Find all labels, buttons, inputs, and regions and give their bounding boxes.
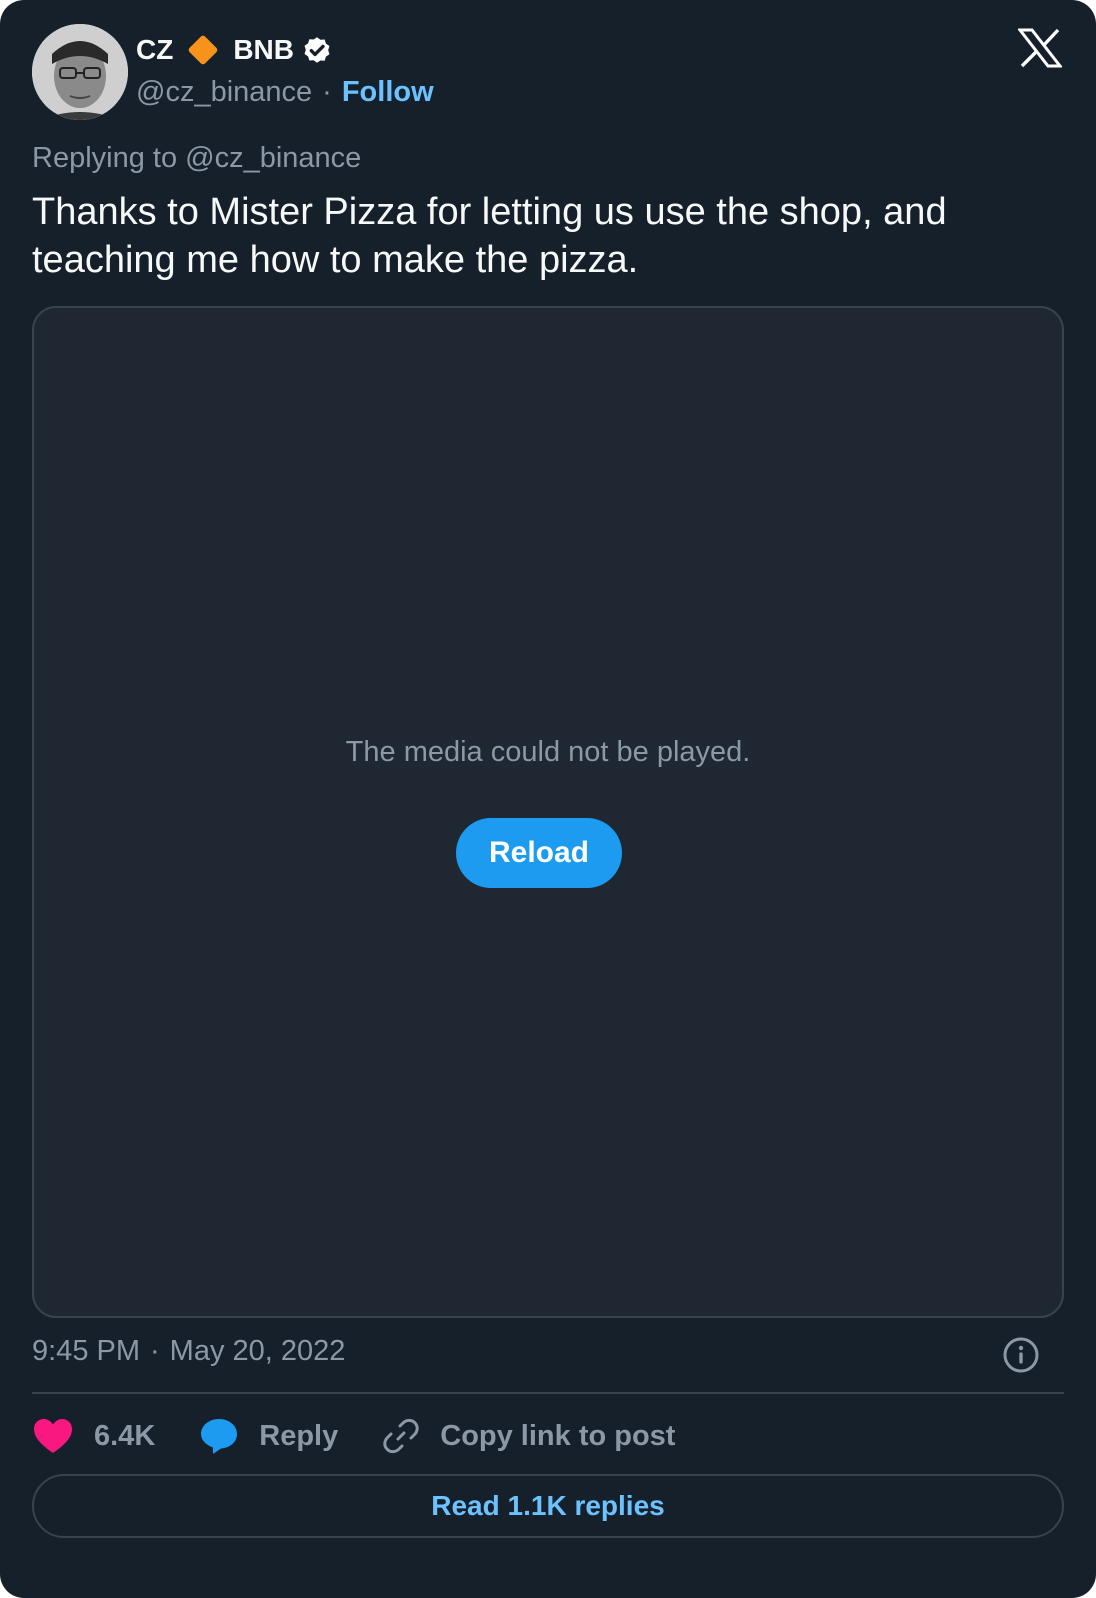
info-icon[interactable] — [1002, 1336, 1040, 1374]
replying-to-label[interactable]: Replying to @cz_binance — [32, 142, 361, 175]
copy-link-button[interactable]: Copy link to post — [382, 1417, 675, 1455]
reply-bubble-icon — [201, 1419, 238, 1454]
read-replies-button[interactable]: Read 1.1K replies — [32, 1474, 1064, 1538]
timestamp-separator: · — [150, 1335, 160, 1367]
author-name[interactable]: CZ — [136, 34, 173, 66]
media-error-message: The media could not be played. — [345, 736, 751, 768]
follow-button[interactable]: Follow — [342, 76, 434, 109]
media-container[interactable]: The media could not be played. Reload — [32, 306, 1064, 1318]
divider — [32, 1392, 1064, 1394]
action-bar: 6.4K Reply Copy link to post — [32, 1408, 719, 1464]
bnb-diamond-icon — [185, 32, 221, 68]
x-logo-icon[interactable] — [1016, 28, 1064, 68]
heart-icon — [34, 1419, 72, 1453]
like-count: 6.4K — [94, 1419, 156, 1452]
reply-label: Reply — [259, 1419, 339, 1452]
separator-dot: · — [322, 75, 332, 108]
author-name-row[interactable]: CZ BNB — [136, 30, 334, 70]
avatar[interactable] — [32, 24, 128, 120]
verified-badge-icon — [300, 33, 334, 67]
like-button[interactable]: 6.4K — [32, 1417, 155, 1455]
link-icon — [383, 1418, 419, 1454]
author-handle-row: @cz_binance · Follow — [136, 72, 434, 112]
tweet-date[interactable]: May 20, 2022 — [170, 1335, 346, 1367]
tweet-text: Thanks to Mister Pizza for letting us us… — [32, 191, 947, 281]
reload-button[interactable]: Reload — [456, 818, 622, 888]
tweet-timestamp[interactable]: 9:45 PM · May 20, 2022 — [32, 1335, 345, 1368]
tweet-card: CZ BNB @cz_binance · Follow Replying to … — [0, 0, 1096, 1598]
author-name-suffix[interactable]: BNB — [233, 34, 294, 66]
author-handle[interactable]: @cz_binance — [136, 76, 312, 109]
tweet-time[interactable]: 9:45 PM — [32, 1335, 140, 1367]
reply-button[interactable]: Reply — [199, 1417, 338, 1455]
copy-link-label: Copy link to post — [440, 1419, 676, 1452]
